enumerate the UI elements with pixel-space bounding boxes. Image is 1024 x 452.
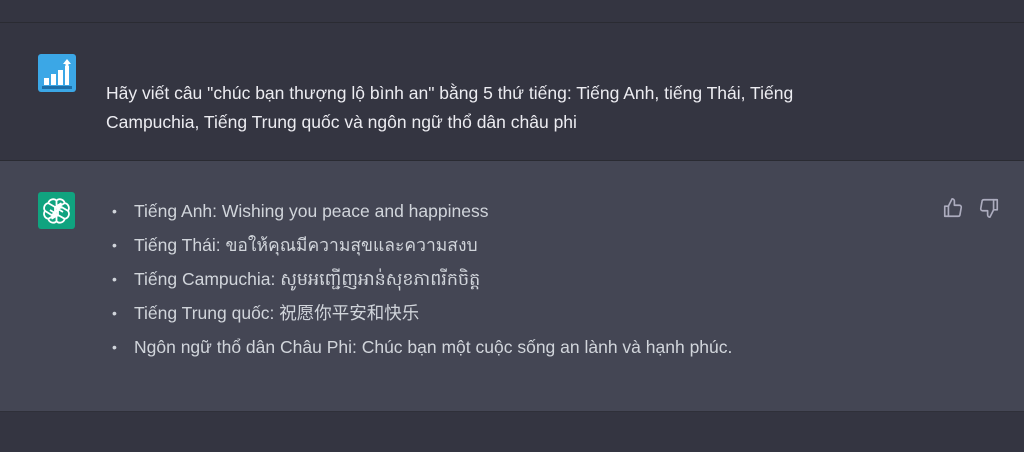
- thumbs-down-icon: [979, 198, 999, 218]
- list-item-text: Tiếng Campuchia: សូមអញ្ជើញអាន់សុខភាពរីកច…: [134, 269, 481, 289]
- bullet: •: [112, 271, 117, 287]
- list-item: • Tiếng Thái: ขอให้คุณมีความสุขและความสง…: [112, 232, 732, 266]
- bottom-area: [0, 412, 1024, 452]
- user-message-line: Campuchia, Tiếng Trung quốc và ngôn ngữ …: [106, 112, 577, 132]
- list-item-text: Ngôn ngữ thổ dân Châu Phi: Chúc bạn một …: [134, 337, 733, 357]
- list-item-text: Tiếng Anh: Wishing you peace and happine…: [134, 201, 489, 221]
- user-message: Hãy viết câu "chúc bạn thượng lộ bình an…: [0, 23, 1024, 161]
- bar-chart-logo-icon: [42, 59, 72, 89]
- feedback-buttons: [942, 197, 1000, 219]
- thumbs-down-button[interactable]: [978, 197, 1000, 219]
- openai-logo-icon: [43, 198, 70, 224]
- list-item-text: Tiếng Trung quốc: 祝愿你平安和快乐: [134, 303, 420, 323]
- bullet: •: [112, 203, 117, 219]
- list-item: • Tiếng Campuchia: សូមអញ្ជើញអាន់សុខភាពរី…: [112, 266, 732, 300]
- top-strip: [0, 0, 1024, 23]
- answer-list: • Tiếng Anh: Wishing you peace and happi…: [112, 198, 732, 368]
- assistant-message: • Tiếng Anh: Wishing you peace and happi…: [0, 161, 1024, 412]
- thumbs-up-icon: [943, 198, 963, 218]
- user-message-text: Hãy viết câu "chúc bạn thượng lộ bình an…: [106, 79, 936, 137]
- user-avatar: [38, 54, 76, 92]
- user-message-line: Hãy viết câu "chúc bạn thượng lộ bình an…: [106, 83, 794, 103]
- bullet: •: [112, 339, 117, 355]
- list-item: • Ngôn ngữ thổ dân Châu Phi: Chúc bạn mộ…: [112, 334, 732, 368]
- list-item: • Tiếng Trung quốc: 祝愿你平安和快乐: [112, 300, 732, 334]
- thumbs-up-button[interactable]: [942, 197, 964, 219]
- list-item: • Tiếng Anh: Wishing you peace and happi…: [112, 198, 732, 232]
- bullet: •: [112, 237, 117, 253]
- assistant-avatar: [38, 192, 75, 229]
- bullet: •: [112, 305, 117, 321]
- list-item-text: Tiếng Thái: ขอให้คุณมีความสุขและความสงบ: [134, 235, 478, 255]
